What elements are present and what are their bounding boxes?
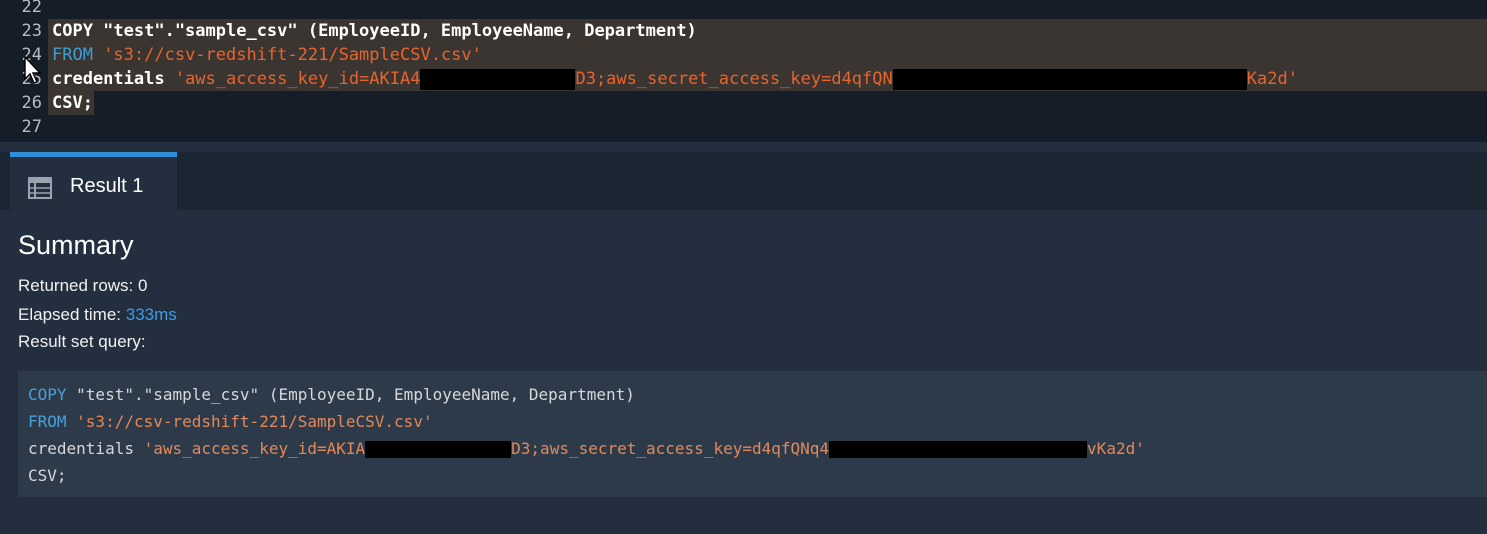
string-literal: 'aws_access_key_id=AKIA xyxy=(143,439,366,458)
line-number: 26 xyxy=(21,93,42,113)
redaction-bar xyxy=(892,68,1247,90)
keyword-from: FROM xyxy=(52,45,93,65)
summary-heading: Summary xyxy=(18,230,134,260)
redaction-bar xyxy=(420,68,576,90)
line-number: 23 xyxy=(21,21,42,41)
tab-result-1[interactable]: Result 1 xyxy=(10,152,177,210)
string-literal: 's3://csv-redshift-221/SampleCSV.csv' xyxy=(92,45,482,65)
code-text: credentials 'aws_access_key_id=AKIA4 D3;a… xyxy=(52,67,1298,91)
redaction-bar xyxy=(829,441,1088,458)
tab-label: Result 1 xyxy=(70,175,144,197)
code-text: COPY "test"."sample_csv" (EmployeeID, Em… xyxy=(52,21,697,41)
string-literal: 's3://csv-redshift-221/SampleCSV.csv' xyxy=(66,412,433,431)
query-line: credentials 'aws_access_key_id=AKIA D3;aw… xyxy=(28,438,1145,460)
table-icon xyxy=(28,177,52,199)
editor-line-22: 22 xyxy=(0,0,1487,19)
elapsed-time-label: Elapsed time: xyxy=(18,305,121,324)
string-literal: Ka2d' xyxy=(1246,69,1298,89)
result-query-code-block[interactable]: COPY "test"."sample_csv" (EmployeeID, Em… xyxy=(18,371,1487,497)
result-tab-bar: Result 1 xyxy=(0,152,1487,210)
panel-divider[interactable] xyxy=(0,142,1487,152)
string-literal: 'aws_access_key_id=AKIA4 xyxy=(164,69,421,89)
mouse-pointer-icon xyxy=(24,56,42,84)
result-set-query-label: Result set query: xyxy=(18,332,146,351)
query-text: "test"."sample_csv" (EmployeeID, Employe… xyxy=(66,385,635,404)
query-line: COPY "test"."sample_csv" (EmployeeID, Em… xyxy=(28,384,635,406)
code-text: CSV; xyxy=(52,93,93,113)
query-line: CSV; xyxy=(28,466,67,485)
query-line: FROM 's3://csv-redshift-221/SampleCSV.cs… xyxy=(28,411,433,433)
editor-line-26[interactable]: 26 CSV; xyxy=(0,91,1487,115)
keyword-copy: COPY xyxy=(28,385,67,404)
line-number: 27 xyxy=(21,117,42,137)
keyword-from: FROM xyxy=(28,412,67,431)
editor-line-24[interactable]: 24 FROM 's3://csv-redshift-221/SampleCSV… xyxy=(0,43,1487,67)
elapsed-time-value: 333ms xyxy=(125,305,177,324)
code-text: FROM 's3://csv-redshift-221/SampleCSV.cs… xyxy=(52,43,482,67)
keyword-credentials: credentials xyxy=(52,69,165,89)
redaction-bar xyxy=(365,441,512,458)
string-literal: vKa2d' xyxy=(1087,439,1145,458)
string-literal: D3;aws_secret_access_key=d4qfQN xyxy=(575,69,893,89)
line-number: 22 xyxy=(21,0,42,17)
query-text: credentials xyxy=(28,439,144,458)
elapsed-time: Elapsed time: 333ms xyxy=(18,305,177,325)
editor-line-25[interactable]: 25 credentials 'aws_access_key_id=AKIA4D… xyxy=(0,67,1487,91)
returned-rows: Returned rows: 0 xyxy=(18,276,148,295)
editor-line-23[interactable]: 23 COPY "test"."sample_csv" (EmployeeID,… xyxy=(0,19,1487,43)
editor-line-27: 27 xyxy=(0,115,1487,139)
sql-editor[interactable]: 22 23 COPY "test"."sample_csv" (Employee… xyxy=(0,0,1487,142)
string-literal: D3;aws_secret_access_key=d4qfQNq4 xyxy=(511,439,830,458)
